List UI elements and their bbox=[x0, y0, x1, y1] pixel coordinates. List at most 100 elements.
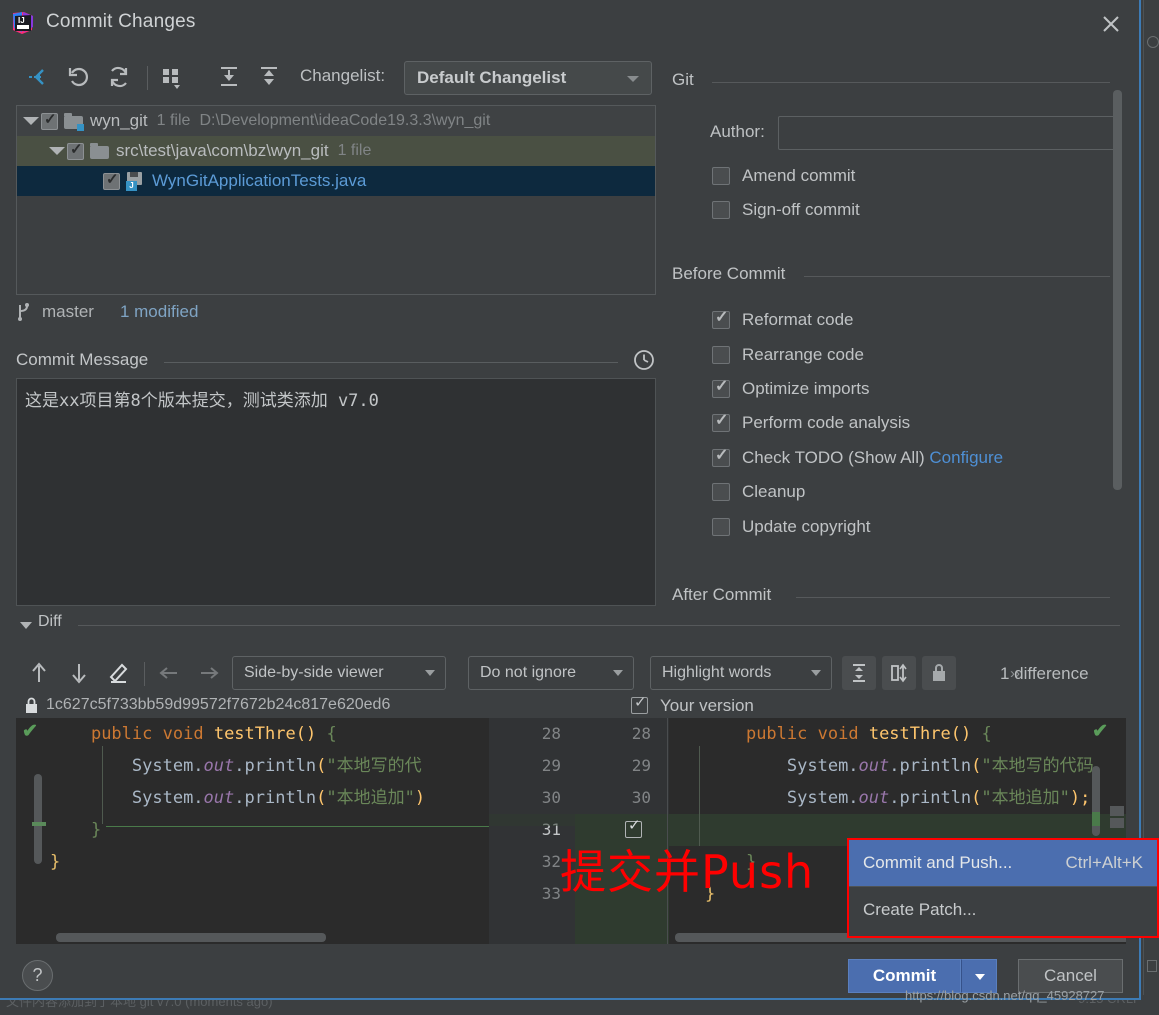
tree-checkbox[interactable] bbox=[103, 170, 120, 190]
commit-options-panel: Git Author: Amend commit Sign-off commit… bbox=[668, 56, 1128, 616]
watermark-url: https://blog.csdn.net/qq_45928727 bbox=[905, 988, 1105, 1003]
clock-history-icon[interactable] bbox=[632, 348, 656, 372]
ignore-mode-dropdown[interactable]: Do not ignore bbox=[468, 656, 634, 690]
folder-modified-icon bbox=[64, 113, 84, 131]
changes-tree[interactable]: wyn_git 1 file D:\Development\ideaCode19… bbox=[16, 105, 656, 295]
reformat-code-checkbox[interactable]: Reformat code bbox=[712, 307, 854, 330]
collapse-unchanged-icon[interactable] bbox=[842, 656, 876, 690]
checkbox-box bbox=[712, 376, 730, 398]
checkbox-box bbox=[712, 410, 730, 432]
sync-scroll-icon[interactable] bbox=[882, 656, 916, 690]
toolbar-separator bbox=[144, 662, 145, 686]
background-toolwindow-icon-2[interactable] bbox=[1147, 960, 1157, 972]
pencil-icon[interactable] bbox=[102, 656, 136, 690]
table-row[interactable]: wyn_git 1 file D:\Development\ideaCode19… bbox=[17, 106, 655, 136]
code-line: System.out.println("本地追加"); bbox=[786, 788, 1091, 808]
amend-commit-label: Amend commit bbox=[742, 166, 856, 185]
close-icon[interactable] bbox=[1094, 8, 1128, 38]
checkbox-box bbox=[712, 167, 730, 185]
dialog-titlebar: IJ Commit Changes bbox=[0, 0, 1139, 46]
optimize-imports-label: Optimize imports bbox=[742, 379, 870, 398]
author-field[interactable] bbox=[778, 116, 1118, 150]
highlight-mode-dropdown[interactable]: Highlight words bbox=[650, 656, 832, 690]
left-hscrollbar[interactable] bbox=[56, 933, 326, 942]
diff-gutter: 282930313233 28293031323334 bbox=[489, 718, 669, 944]
code-line: } bbox=[50, 852, 61, 872]
question-mark-icon[interactable]: ? bbox=[22, 960, 53, 991]
signoff-commit-checkbox[interactable]: Sign-off commit bbox=[712, 200, 860, 220]
viewer-mode-value: Side-by-side viewer bbox=[244, 664, 384, 681]
toolbar-separator bbox=[147, 66, 148, 90]
background-toolwindow-icon[interactable] bbox=[1147, 36, 1159, 48]
menu-item-create-patch[interactable]: Create Patch... bbox=[849, 887, 1157, 933]
update-copyright-checkbox[interactable]: Update copyright bbox=[712, 517, 871, 537]
diff-revision-row: 1c627c5f733bb59d99572f7672b24c817e620ed6… bbox=[16, 693, 1126, 720]
move-to-changelist-icon[interactable] bbox=[22, 60, 56, 94]
menu-item-shortcut: Ctrl+Alt+K bbox=[1065, 853, 1143, 872]
change-marker bbox=[32, 822, 46, 826]
ignore-mode-value: Do not ignore bbox=[480, 664, 577, 681]
your-version-checkbox[interactable] bbox=[631, 693, 648, 714]
scroll-up-arrow[interactable] bbox=[1110, 806, 1124, 816]
tree-checkbox[interactable] bbox=[41, 110, 58, 130]
checkbox-box bbox=[712, 445, 730, 467]
after-commit-section-header: After Commit bbox=[672, 585, 1120, 609]
before-commit-label: Before Commit bbox=[672, 264, 786, 283]
expand-all-icon[interactable] bbox=[212, 60, 246, 94]
arrow-up-icon[interactable] bbox=[22, 656, 56, 690]
rearrange-code-checkbox[interactable]: Rearrange code bbox=[712, 345, 864, 365]
table-row[interactable]: src\test\java\com\bz\wyn_git 1 file bbox=[17, 136, 655, 166]
difference-count: 1 difference bbox=[1000, 664, 1089, 683]
inspection-ok-icon: ✔ bbox=[22, 721, 38, 742]
expand-triangle-icon[interactable] bbox=[49, 147, 65, 155]
menu-item-label: Create Patch... bbox=[863, 900, 977, 919]
chevron-down-icon bbox=[425, 670, 435, 676]
amend-commit-checkbox[interactable]: Amend commit bbox=[712, 166, 855, 186]
checkbox-box bbox=[712, 307, 730, 329]
rollback-icon[interactable] bbox=[62, 60, 96, 94]
collapse-all-icon[interactable] bbox=[252, 60, 286, 94]
changelist-dropdown[interactable]: Default Changelist bbox=[404, 61, 652, 95]
commit-message-label: Commit Message bbox=[16, 350, 149, 369]
check-todo-text: Check TODO (Show All) bbox=[742, 448, 925, 467]
diff-label: Diff bbox=[38, 613, 62, 630]
menu-item-label: Commit and Push... bbox=[863, 853, 1013, 872]
change-marker bbox=[1092, 812, 1100, 826]
diff-left-pane[interactable]: ✔ public void testThre() { System.out.pr… bbox=[16, 718, 489, 944]
scroll-down-arrow[interactable] bbox=[1110, 818, 1124, 828]
git-branch-icon bbox=[16, 303, 32, 321]
table-row[interactable]: J WynGitApplicationTests.java bbox=[17, 166, 655, 196]
optimize-imports-checkbox[interactable]: Optimize imports bbox=[712, 376, 870, 399]
line-number: 30 bbox=[631, 788, 651, 807]
expand-triangle-icon[interactable] bbox=[23, 117, 39, 125]
revision-hash: 1c627c5f733bb59d99572f7672b24c817e620ed6 bbox=[46, 696, 391, 713]
reformat-code-label: Reformat code bbox=[742, 310, 854, 329]
changelist-value: Default Changelist bbox=[417, 68, 567, 87]
code-line: public void testThre() { bbox=[90, 724, 337, 744]
configure-link[interactable]: Configure bbox=[929, 448, 1003, 467]
check-todo-checkbox[interactable]: Check TODO (Show All) Configure bbox=[712, 445, 1003, 468]
cleanup-checkbox[interactable]: Cleanup bbox=[712, 482, 805, 502]
author-label: Author: bbox=[710, 122, 765, 141]
code-line: public void testThre() { bbox=[745, 724, 992, 744]
tree-checkbox[interactable] bbox=[67, 140, 84, 160]
arrow-down-icon[interactable] bbox=[62, 656, 96, 690]
options-scrollbar[interactable] bbox=[1113, 90, 1122, 490]
commit-message-input[interactable]: 这是xx项目第8个版本提交，测试类添加 v7.0 bbox=[16, 378, 656, 606]
changelist-label: Changelist: bbox=[300, 66, 386, 85]
line-number: 29 bbox=[541, 756, 561, 775]
checkbox-box bbox=[712, 483, 730, 501]
refresh-icon[interactable] bbox=[102, 60, 136, 94]
viewer-mode-dropdown[interactable]: Side-by-side viewer bbox=[232, 656, 446, 690]
lock-icon[interactable] bbox=[922, 656, 956, 690]
group-by-icon[interactable] bbox=[155, 60, 189, 94]
arrow-left-icon[interactable] bbox=[152, 656, 186, 690]
perform-code-analysis-checkbox[interactable]: Perform code analysis bbox=[712, 410, 911, 433]
menu-item-commit-and-push[interactable]: Commit and Push... Ctrl+Alt+K bbox=[849, 840, 1157, 886]
after-commit-label: After Commit bbox=[672, 585, 772, 604]
arrow-right-icon[interactable] bbox=[192, 656, 226, 690]
left-marker bbox=[34, 774, 42, 864]
collapse-triangle-icon[interactable] bbox=[20, 622, 32, 629]
perform-code-analysis-label: Perform code analysis bbox=[742, 413, 911, 432]
line-number: 28 bbox=[631, 724, 651, 743]
